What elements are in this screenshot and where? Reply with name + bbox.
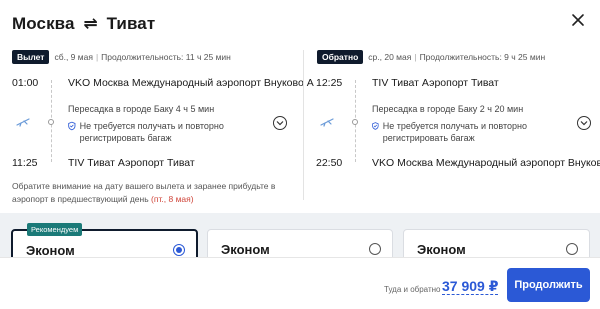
return-header: Обратно ср., 20 мая | Продолжительность:…	[317, 50, 600, 64]
outbound-dep-station: VKO Москва Международный аэропорт Внуков…	[68, 77, 314, 89]
outbound-transfer: Пересадка в городе Баку 4 ч 5 мин	[68, 104, 215, 114]
outbound-leg: Вылет сб., 9 мая | Продолжительность: 11…	[12, 50, 294, 64]
chevron-down-icon	[276, 121, 284, 126]
outbound-expand-button[interactable]	[273, 116, 287, 130]
fare-radio[interactable]	[369, 243, 381, 255]
page-title: Москва ⇌ Тиват	[12, 14, 155, 34]
return-dep-time: 12:25	[316, 77, 343, 89]
fare-radio-selected[interactable]	[173, 244, 185, 256]
flight-details-modal: Москва ⇌ Тиват Вылет сб., 9 мая | Продол…	[0, 0, 600, 309]
total-label: Туда и обратно	[384, 285, 441, 294]
outbound-header: Вылет сб., 9 мая | Продолжительность: 11…	[12, 50, 294, 64]
legs-divider	[303, 50, 304, 200]
fare-radio[interactable]	[566, 243, 578, 255]
return-duration: Продолжительность: 9 ч 25 мин	[419, 52, 546, 62]
return-transfer-dot	[352, 119, 358, 125]
return-expand-button[interactable]	[577, 116, 591, 130]
plane-icon	[16, 118, 30, 127]
outbound-baggage-text: Не требуется получать и повторно регистр…	[79, 121, 224, 143]
return-leg: Обратно ср., 20 мая | Продолжительность:…	[317, 50, 600, 64]
outbound-arr-time: 11:25	[12, 157, 38, 169]
footer-bar: Туда и обратно 37 909 ₽ Продолжить	[0, 257, 600, 309]
outbound-badge: Вылет	[12, 50, 50, 64]
title-to: Тиват	[106, 14, 156, 33]
continue-button[interactable]: Продолжить	[507, 268, 590, 302]
return-arr-station: VKO Москва Международный аэропорт Внуков…	[372, 157, 600, 169]
return-transfer: Пересадка в городе Баку 2 ч 20 мин	[372, 104, 524, 114]
fare-label: Эконом	[417, 242, 466, 257]
arrival-note: Обратите внимание на дату вашего вылета …	[12, 180, 282, 205]
outbound-transfer-dot	[48, 119, 54, 125]
arrival-note-date: (пт., 8 мая)	[151, 193, 194, 204]
title-from: Москва	[12, 14, 75, 33]
outbound-dep-time: 01:00	[12, 77, 39, 89]
return-date: ср., 20 мая	[368, 52, 412, 62]
return-dep-station: TIV Тиват Аэропорт Тиват	[372, 77, 499, 89]
return-baggage: Не требуется получать и повторно регистр…	[372, 120, 562, 144]
outbound-date: сб., 9 мая	[54, 52, 93, 62]
shield-icon	[372, 122, 379, 130]
outbound-arr-station: TIV Тиват Аэропорт Тиват	[68, 157, 195, 169]
outbound-duration: Продолжительность: 11 ч 25 мин	[101, 52, 231, 62]
recommended-badge: Рекомендуем	[27, 223, 83, 236]
chevron-down-icon	[580, 121, 588, 126]
return-badge: Обратно	[317, 50, 364, 64]
swap-arrows-icon: ⇌	[83, 14, 98, 33]
total-price[interactable]: 37 909 ₽	[442, 278, 499, 295]
return-separator: |	[414, 52, 417, 62]
shield-icon	[68, 121, 76, 131]
plane-icon	[320, 118, 334, 127]
arrival-note-text: Обратите внимание на дату вашего вылета …	[12, 181, 276, 204]
header: Москва ⇌ Тиват	[12, 12, 155, 36]
return-baggage-text: Не требуется получать и повторно регистр…	[382, 121, 527, 143]
fare-label: Эконом	[221, 242, 270, 257]
fare-label: Эконом	[26, 243, 75, 258]
return-arr-time: 22:50	[316, 157, 343, 169]
outbound-baggage: Не требуется получать и повторно регистр…	[68, 120, 283, 144]
outbound-separator: |	[95, 52, 99, 62]
close-icon[interactable]	[570, 12, 586, 28]
